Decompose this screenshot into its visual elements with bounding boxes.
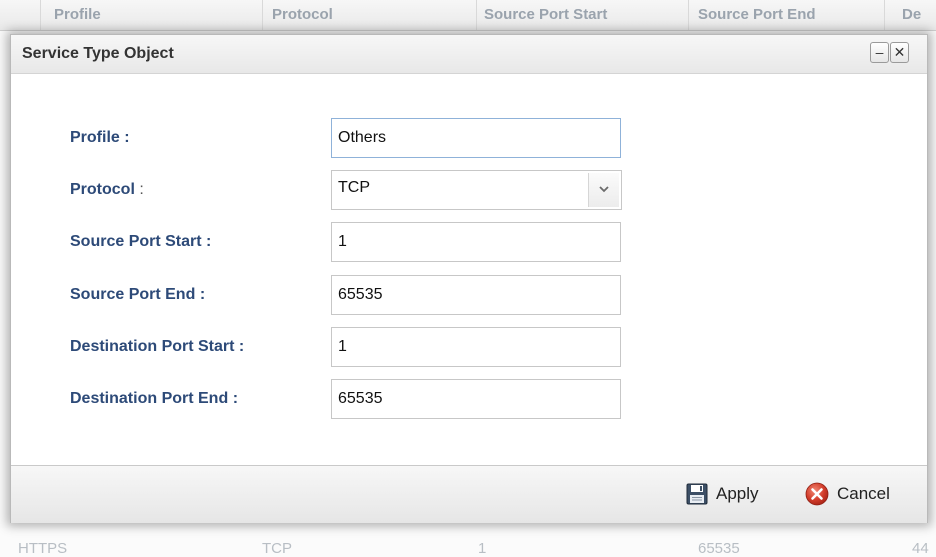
column-separator	[884, 0, 885, 30]
profile-label: Profile :	[70, 129, 130, 147]
dialog-title: Service Type Object	[22, 45, 174, 62]
table-cell-destination: 44	[912, 540, 929, 557]
protocol-select-value: TCP	[338, 179, 370, 196]
column-header-profile: Profile	[54, 6, 101, 23]
service-type-object-dialog: Service Type Object – ✕ Profile : Protoc…	[10, 34, 928, 523]
destination-port-end-label-text: Destination Port End	[70, 390, 229, 407]
dialog-footer: Apply Cancel	[11, 465, 927, 523]
destination-port-start-input[interactable]	[331, 327, 621, 367]
apply-label: Apply	[716, 484, 759, 503]
protocol-dropdown-button[interactable]	[588, 173, 619, 207]
source-port-start-row: Source Port Start :	[11, 222, 927, 264]
source-port-start-input[interactable]	[331, 222, 621, 262]
cancel-icon	[805, 482, 829, 506]
column-separator	[688, 0, 689, 30]
protocol-row: Protocol : TCP	[11, 170, 927, 212]
source-port-start-label: Source Port Start :	[70, 233, 211, 251]
destination-port-end-label: Destination Port End :	[70, 390, 238, 408]
close-icon: ✕	[893, 44, 906, 60]
table-cell-source-port-start: 1	[478, 540, 487, 557]
close-button[interactable]: ✕	[890, 42, 909, 63]
column-header-source-port-end: Source Port End	[698, 6, 816, 23]
table-cell-source-port-end: 65535	[698, 540, 740, 557]
protocol-label-text: Protocol	[70, 181, 135, 198]
apply-button[interactable]: Apply	[686, 480, 759, 508]
minimize-icon: –	[875, 44, 884, 60]
source-port-end-label-text: Source Port End	[70, 286, 196, 303]
column-header-protocol: Protocol	[272, 6, 333, 23]
profile-input[interactable]	[331, 118, 621, 158]
chevron-down-icon	[599, 186, 609, 193]
save-icon	[686, 483, 708, 505]
protocol-select[interactable]: TCP	[331, 170, 622, 210]
destination-port-end-label-colon: :	[232, 390, 239, 407]
protocol-label: Protocol :	[70, 181, 144, 199]
table-cell-profile: HTTPS	[18, 540, 68, 557]
cancel-button[interactable]: Cancel	[805, 480, 890, 508]
destination-port-end-row: Destination Port End :	[11, 379, 927, 421]
profile-label-colon: :	[124, 129, 130, 146]
column-separator	[476, 0, 477, 30]
background-table-header: Profile Protocol Source Port Start Sourc…	[0, 0, 936, 31]
dialog-title-bar[interactable]: Service Type Object – ✕	[11, 35, 927, 74]
destination-port-start-label-colon: :	[238, 338, 245, 355]
table-cell-protocol: TCP	[262, 540, 292, 557]
table-row: HTTPS TCP 1 65535 44	[0, 528, 936, 557]
column-header-destination: De	[902, 6, 922, 23]
source-port-end-input[interactable]	[331, 275, 621, 315]
source-port-start-label-text: Source Port Start	[70, 233, 202, 250]
profile-row: Profile :	[11, 118, 927, 160]
source-port-end-label-colon: :	[199, 286, 206, 303]
destination-port-end-input[interactable]	[331, 379, 621, 419]
column-separator	[40, 0, 41, 30]
minimize-button[interactable]: –	[870, 42, 889, 63]
destination-port-start-label-text: Destination Port Start	[70, 338, 235, 355]
protocol-label-colon: :	[139, 181, 144, 198]
profile-label-text: Profile	[70, 129, 120, 146]
column-separator	[262, 0, 263, 30]
destination-port-start-row: Destination Port Start :	[11, 327, 927, 369]
cancel-label: Cancel	[837, 484, 890, 503]
destination-port-start-label: Destination Port Start :	[70, 338, 244, 356]
column-header-source-port-start: Source Port Start	[484, 6, 608, 23]
source-port-start-label-colon: :	[206, 233, 212, 250]
source-port-end-label: Source Port End :	[70, 286, 205, 304]
source-port-end-row: Source Port End :	[11, 275, 927, 317]
